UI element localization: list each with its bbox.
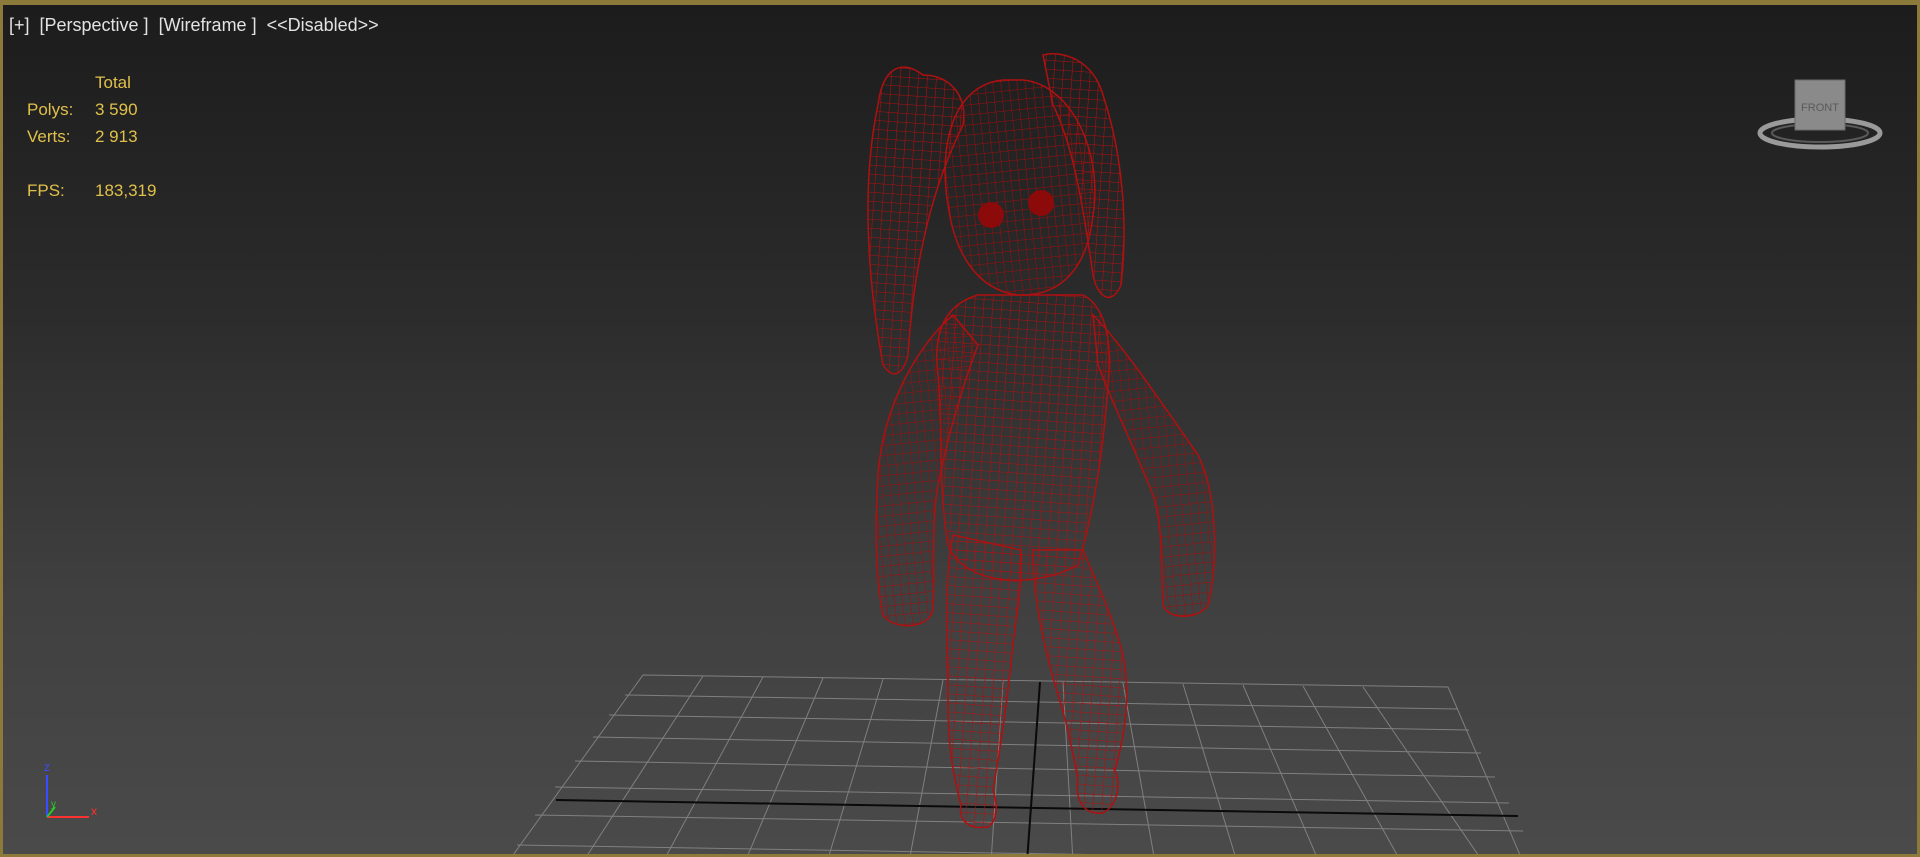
perspective-viewport[interactable]: [+] [Perspective ] [Wireframe ] <<Disabl…: [0, 0, 1920, 857]
head: [944, 79, 1096, 296]
wireframe-character[interactable]: [867, 53, 1216, 829]
viewcube-icon[interactable]: FRONT: [1755, 75, 1885, 155]
axis-y-label: y: [51, 799, 56, 810]
right-arm: [1092, 312, 1216, 617]
axis-tripod-icon: z y x: [44, 760, 97, 818]
scene-canvas[interactable]: [3, 5, 1920, 857]
left-leg: [946, 534, 1023, 829]
left-eye: [978, 202, 1004, 228]
axis-z-label: z: [44, 760, 50, 774]
viewcube-face-label[interactable]: FRONT: [1801, 102, 1839, 114]
home-grid: [513, 674, 1524, 854]
right-leg: [1032, 549, 1128, 814]
right-eye: [1028, 190, 1054, 216]
axis-x-label: x: [91, 804, 97, 818]
